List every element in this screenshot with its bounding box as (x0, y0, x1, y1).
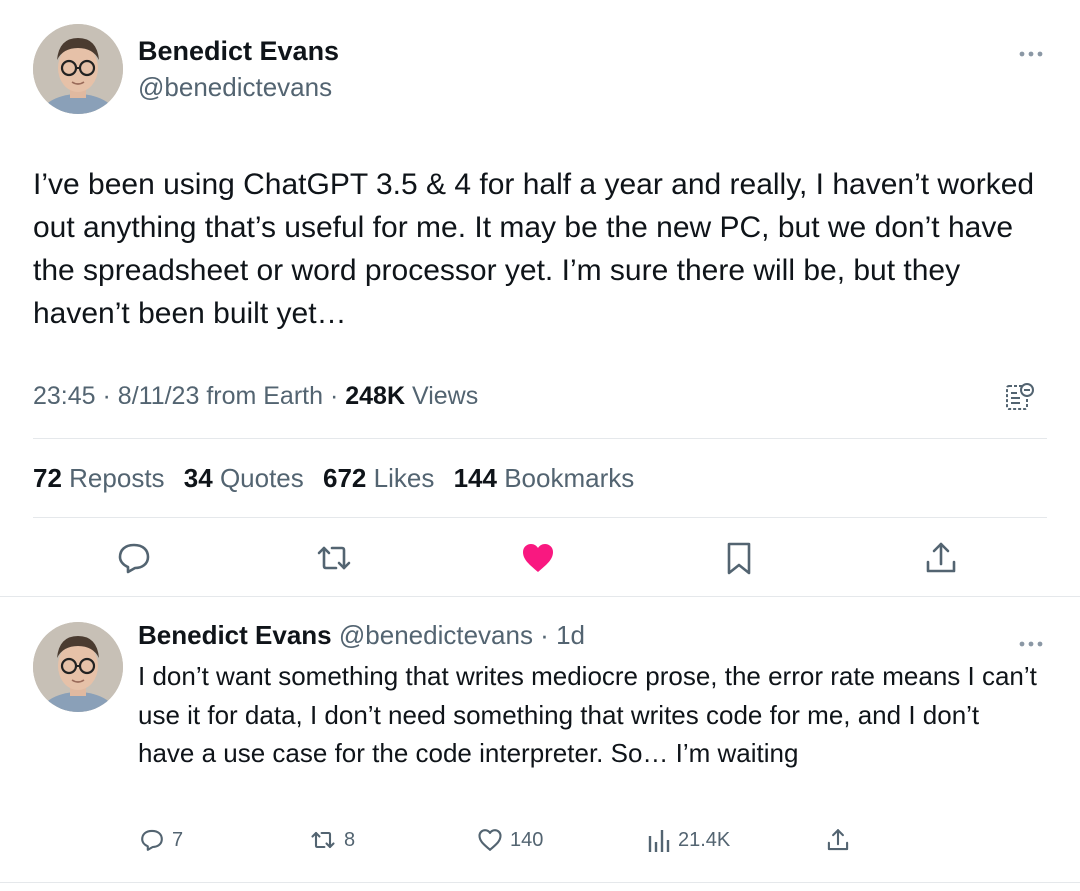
reply-like-button[interactable]: 140 (476, 826, 543, 854)
author-handle[interactable]: @benedictevans (138, 72, 332, 103)
views-count: 248K (345, 382, 406, 410)
reply-icon (118, 543, 150, 574)
section-divider (0, 596, 1080, 597)
likes-stat[interactable]: 672 Likes (323, 463, 434, 493)
reply-share-button[interactable] (824, 826, 852, 854)
reply-replies-count: 7 (172, 828, 184, 851)
reposts-label: Reposts (69, 463, 165, 493)
share-icon (926, 542, 956, 573)
reposts-count: 72 (33, 463, 62, 493)
divider (33, 438, 1047, 439)
tweet-text: I’ve been using ChatGPT 3.5 & 4 for half… (33, 168, 1035, 330)
heart-filled-icon (523, 544, 553, 572)
reply-views-count: 21.4K (678, 828, 731, 851)
meta-separator: · (532, 620, 557, 650)
views-label: Views (411, 382, 479, 410)
reply-author-handle[interactable]: @benedictevans (339, 620, 533, 650)
bookmarks-label: Bookmarks (504, 463, 635, 493)
bookmark-button[interactable] (719, 538, 759, 578)
heart-icon (478, 829, 502, 851)
repost-icon (311, 831, 335, 849)
bookmarks-count: 144 (453, 463, 497, 493)
tweet-time[interactable]: 23:45 (33, 382, 96, 410)
reply-header: Benedict Evans @benedictevans · 1d (138, 620, 585, 651)
meta-separator: · (329, 382, 346, 410)
reply-reply-button[interactable]: 7 (138, 826, 183, 854)
reply-age[interactable]: 1d (556, 620, 585, 650)
reply-views-button[interactable]: 21.4K (646, 826, 730, 854)
reply-more-options-button[interactable] (1018, 630, 1044, 652)
divider (33, 517, 1047, 518)
analytics-icon (1006, 383, 1034, 410)
analytics-button[interactable] (1004, 381, 1036, 413)
reply-author-avatar[interactable] (33, 622, 123, 712)
reply-likes-count: 140 (510, 828, 544, 851)
like-button[interactable] (518, 538, 558, 578)
more-options-button[interactable] (1018, 40, 1044, 62)
section-divider (0, 882, 1080, 883)
repost-button[interactable] (314, 538, 354, 578)
quotes-stat[interactable]: 34 Quotes (184, 463, 304, 493)
engagement-stats: 72 Reposts 34 Quotes 672 Likes 144 Bookm… (33, 463, 646, 494)
share-icon (827, 829, 849, 851)
reposts-stat[interactable]: 72 Reposts (33, 463, 165, 493)
likes-label: Likes (373, 463, 435, 493)
reply-reposts-count: 8 (344, 828, 356, 851)
reply-text: I don’t want something that writes medio… (138, 661, 1037, 768)
quotes-count: 34 (183, 463, 213, 493)
likes-count: 672 (323, 463, 367, 493)
views-chart-icon (648, 830, 670, 852)
reply-repost-button[interactable]: 8 (308, 826, 355, 854)
bookmark-icon (727, 542, 751, 575)
tweet-meta: 23:45 · 8/11/23 from Earth · 248K Views (33, 382, 478, 411)
reply-button[interactable] (114, 538, 154, 578)
bookmarks-stat[interactable]: 144 Bookmarks (454, 463, 635, 493)
meta-separator: · (102, 382, 118, 410)
author-avatar[interactable] (33, 24, 123, 114)
author-name[interactable]: Benedict Evans (138, 36, 339, 67)
tweet-source: from Earth (206, 382, 324, 410)
reply-author-name[interactable]: Benedict Evans (138, 620, 332, 650)
repost-icon (317, 546, 351, 570)
more-dots-icon (1019, 641, 1043, 647)
more-dots-icon (1019, 51, 1043, 57)
quotes-label: Quotes (219, 463, 304, 493)
share-button[interactable] (921, 538, 961, 578)
reply-icon (141, 829, 163, 851)
tweet-date[interactable]: 8/11/23 (118, 382, 200, 410)
